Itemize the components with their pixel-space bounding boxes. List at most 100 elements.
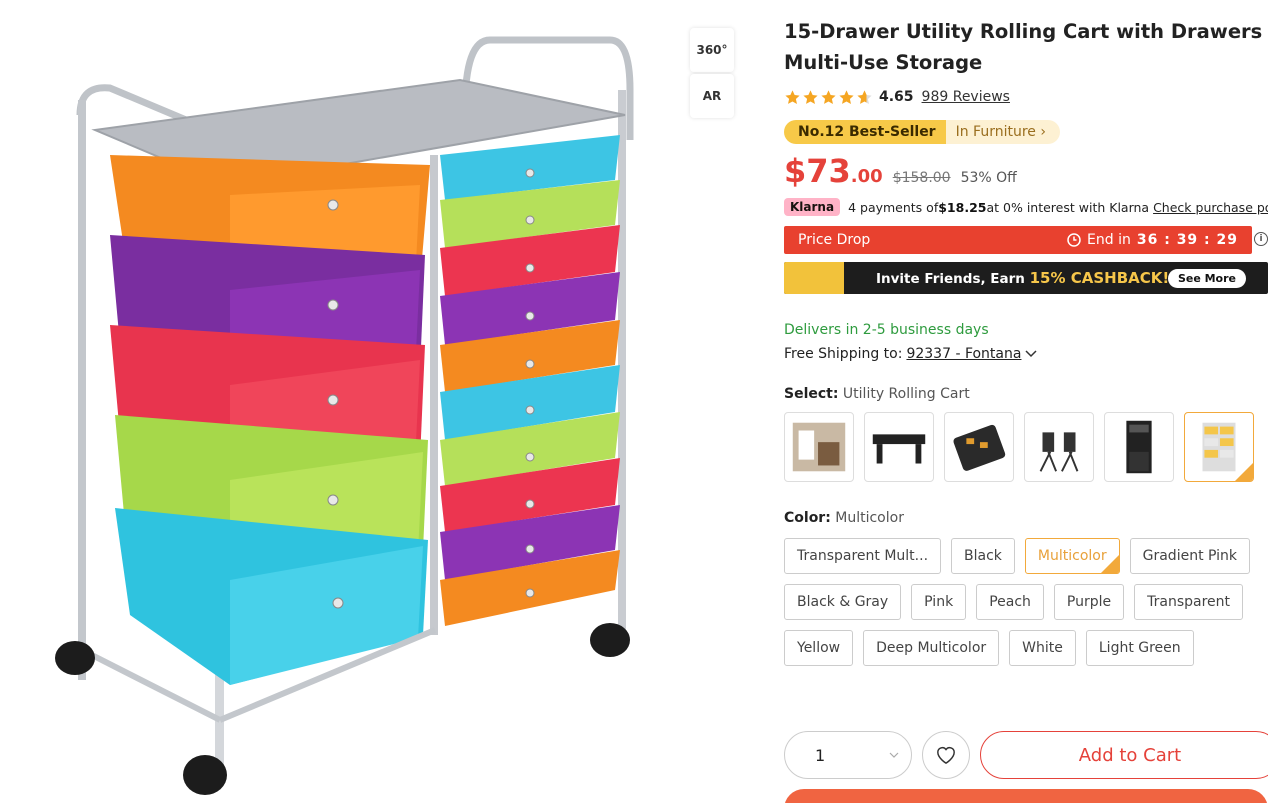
price-cents: .00 bbox=[850, 166, 883, 187]
see-more-button[interactable]: See More bbox=[1167, 269, 1246, 288]
star-icon bbox=[821, 89, 836, 104]
ar-icon: AR bbox=[702, 89, 722, 103]
star-icon bbox=[785, 89, 800, 104]
variant-thumb-folding-chairs[interactable] bbox=[1024, 412, 1094, 482]
color-option[interactable]: Pink bbox=[911, 584, 967, 620]
variant-image bbox=[953, 424, 1006, 471]
cashback-text: 15% CASHBACK! bbox=[1029, 269, 1170, 287]
color-options: Transparent Mult... Black Multicolor✓ Gradi… bbox=[784, 538, 1264, 666]
klarna-check-link[interactable]: Check purchase power bbox=[1153, 200, 1268, 215]
color-option-label: Black bbox=[964, 548, 1002, 564]
rating-row: 4.65 989 Reviews bbox=[784, 86, 1268, 108]
color-option-label: Peach bbox=[989, 594, 1031, 610]
select-label: Select: bbox=[784, 386, 839, 402]
quantity-value: 1 bbox=[815, 745, 826, 765]
color-option-label: Transparent Mult... bbox=[797, 548, 929, 564]
color-option-label: Deep Multicolor bbox=[876, 640, 987, 656]
color-label: Color: bbox=[784, 510, 831, 526]
color-option-label: Yellow bbox=[797, 640, 841, 656]
invite-banner[interactable]: Invite Friends, Earn 15% CASHBACK! See M… bbox=[784, 262, 1268, 294]
color-option[interactable]: Yellow bbox=[784, 630, 854, 666]
bestseller-badge[interactable]: No.12 Best-Seller In Furniture › bbox=[784, 120, 1060, 144]
color-value: Multicolor bbox=[835, 510, 904, 526]
color-option-label: Black & Gray bbox=[797, 594, 889, 610]
klarna-logo: Klarna bbox=[784, 198, 841, 216]
rating-stars bbox=[784, 89, 873, 106]
rating-value: 4.65 bbox=[879, 89, 914, 105]
color-option-label: Pink bbox=[924, 594, 954, 610]
add-to-cart-button[interactable]: Add to Cart bbox=[980, 731, 1268, 779]
color-option[interactable]: Black & Gray bbox=[784, 584, 902, 620]
quantity-select[interactable]: 1 bbox=[784, 731, 912, 779]
variant-thumb-black-cabinet[interactable] bbox=[1104, 412, 1174, 482]
color-option[interactable]: Multicolor✓ bbox=[1024, 538, 1120, 574]
select-value: Utility Rolling Cart bbox=[842, 386, 970, 402]
price-current: $73 bbox=[784, 152, 851, 190]
klarna-text-pre: 4 payments of bbox=[848, 199, 939, 215]
color-label-row: Color: Multicolor bbox=[784, 510, 1268, 526]
chevron-down-icon[interactable] bbox=[1025, 350, 1037, 358]
view-360-button[interactable]: 360° bbox=[690, 28, 734, 72]
variant-thumbnails: ✓ bbox=[784, 412, 1268, 482]
variant-thumb-room-scene[interactable] bbox=[784, 412, 854, 482]
heart-icon bbox=[937, 747, 955, 765]
variant-image bbox=[872, 434, 926, 464]
color-option[interactable]: Transparent Mult... bbox=[784, 538, 942, 574]
selected-check-icon: ✓ bbox=[1235, 463, 1253, 481]
star-icon bbox=[803, 89, 818, 104]
variant-image bbox=[1039, 432, 1079, 472]
chevron-down-icon bbox=[889, 752, 899, 758]
price-row: $73 .00 $158.00 53% Off bbox=[784, 152, 1268, 192]
buy-now-button[interactable] bbox=[784, 789, 1268, 803]
color-option[interactable]: Gradient Pink bbox=[1129, 538, 1251, 574]
color-option[interactable]: White bbox=[1009, 630, 1076, 666]
price-original: $158.00 bbox=[892, 170, 951, 186]
invite-text: Invite Friends, Earn 15% CASHBACK! bbox=[876, 269, 1169, 287]
invite-text-main: Invite Friends, Earn bbox=[876, 271, 1030, 287]
purchase-row: 1 Add to Cart bbox=[784, 731, 1268, 779]
color-option[interactable]: Light Green bbox=[1085, 630, 1194, 666]
product-info-panel: 15-Drawer Utility Rolling Cart with Draw… bbox=[784, 16, 1268, 666]
color-option[interactable]: Peach bbox=[976, 584, 1044, 620]
wishlist-button[interactable] bbox=[922, 731, 970, 779]
clock-icon bbox=[1067, 233, 1081, 247]
star-icon bbox=[839, 89, 854, 104]
bestseller-category: In Furniture › bbox=[945, 120, 1060, 144]
drawer-column-left bbox=[110, 155, 430, 685]
color-option-label: Purple bbox=[1066, 594, 1112, 610]
price-drop-label: Price Drop bbox=[798, 232, 871, 248]
color-option-label: White bbox=[1022, 640, 1063, 656]
color-option[interactable]: Deep Multicolor bbox=[863, 630, 1000, 666]
color-option-label: Gradient Pink bbox=[1142, 548, 1238, 564]
variant-image bbox=[792, 422, 846, 472]
info-icon[interactable]: i bbox=[1254, 232, 1268, 246]
bestseller-rank: No.12 Best-Seller bbox=[784, 120, 946, 144]
shipping-zip-link[interactable]: 92337 - Fontana bbox=[906, 346, 1021, 362]
shipping-label: Free Shipping to: bbox=[784, 346, 903, 362]
variant-thumb-rolling-cart[interactable]: ✓ bbox=[1184, 412, 1254, 482]
view-360-icon: 360° bbox=[696, 43, 728, 57]
klarna-text-post: at 0% interest with Klarna bbox=[986, 199, 1150, 215]
countdown: End in 36 : 39 : 29 bbox=[1067, 232, 1238, 248]
variant-image bbox=[1126, 420, 1152, 474]
shipping-row: Free Shipping to: 92337 - Fontana bbox=[784, 346, 1268, 362]
klarna-row: Klarna 4 payments of $18.25 at 0% intere… bbox=[784, 196, 1268, 218]
color-option[interactable]: Transparent bbox=[1134, 584, 1244, 620]
ar-view-button[interactable]: AR bbox=[690, 74, 734, 118]
variant-thumb-tool-organizer[interactable] bbox=[944, 412, 1014, 482]
color-option[interactable]: Purple bbox=[1053, 584, 1125, 620]
variant-thumb-black-table[interactable] bbox=[864, 412, 934, 482]
color-option-label: Transparent bbox=[1147, 594, 1231, 610]
color-option[interactable]: Black bbox=[951, 538, 1015, 574]
reviews-link[interactable]: 989 Reviews bbox=[922, 89, 1010, 105]
cart-frame-post bbox=[430, 155, 438, 635]
klarna-amount: $18.25 bbox=[938, 199, 987, 215]
select-label-row: Select: Utility Rolling Cart bbox=[784, 386, 1268, 402]
selected-check-icon: ✓ bbox=[1100, 555, 1119, 573]
countdown-label: End in bbox=[1087, 232, 1131, 248]
product-image[interactable] bbox=[40, 20, 660, 803]
discount-percent: 53% Off bbox=[960, 170, 1017, 186]
star-icon bbox=[857, 89, 872, 104]
product-title: 15-Drawer Utility Rolling Cart with Draw… bbox=[784, 20, 1263, 74]
countdown-timer: 36 : 39 : 29 bbox=[1136, 232, 1238, 248]
